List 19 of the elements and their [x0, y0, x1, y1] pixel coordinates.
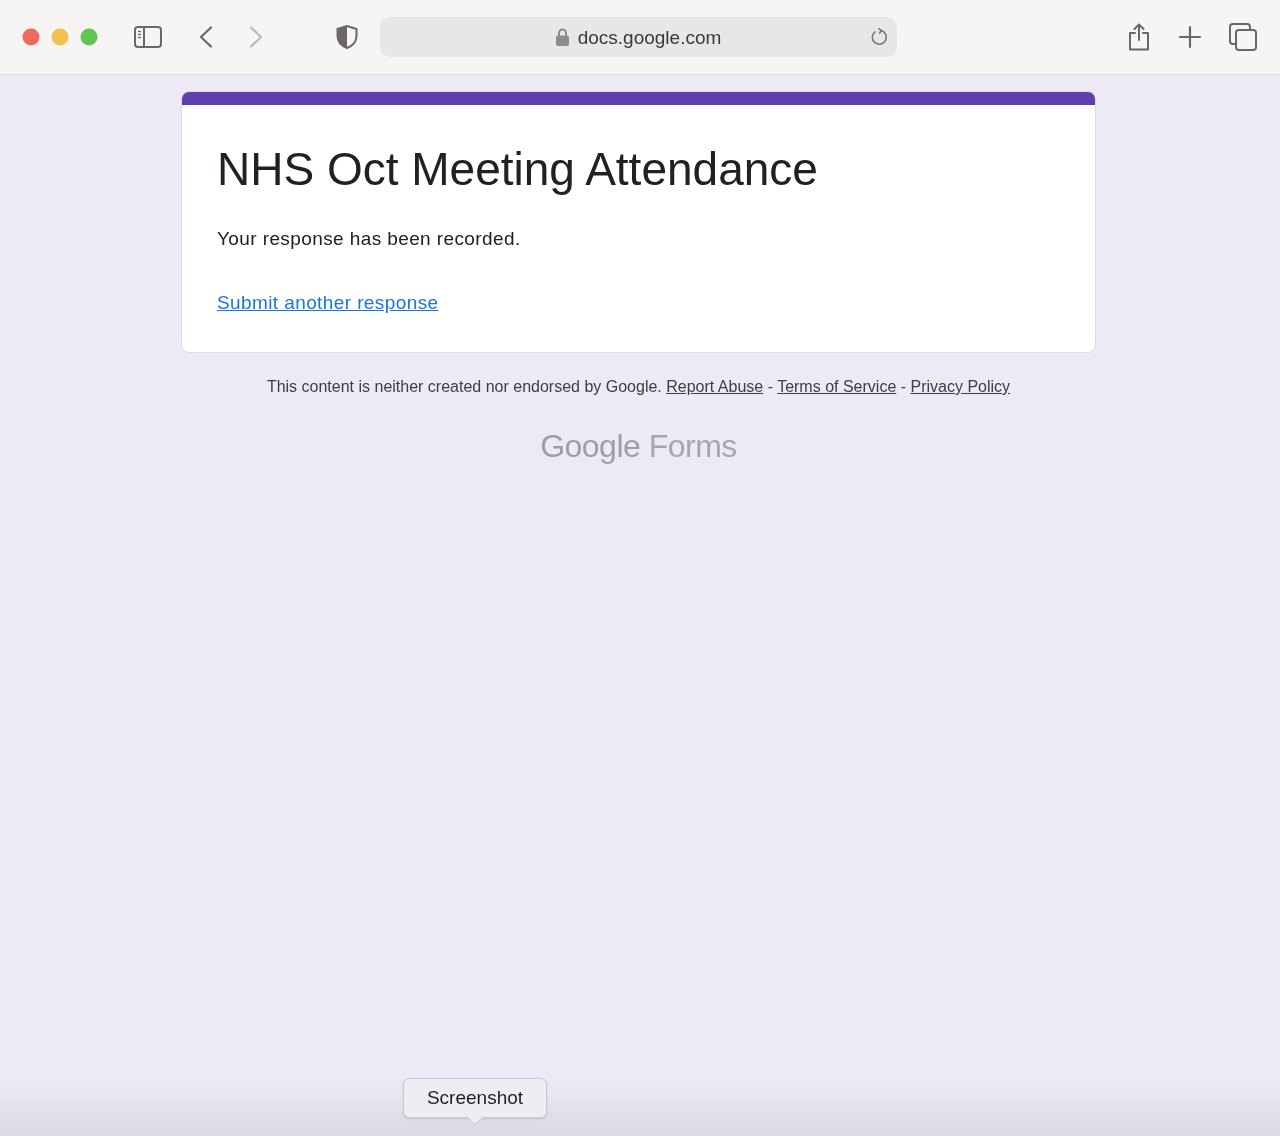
lock-icon [555, 28, 569, 46]
shield-icon[interactable] [336, 25, 358, 49]
sidebar-icon[interactable] [134, 26, 162, 48]
tooltip: Screenshot [403, 1078, 547, 1123]
product-logo: Google Forms [540, 427, 737, 465]
address-bar[interactable]: docs.google.com [380, 17, 897, 57]
footer-link[interactable]: Terms of Service [777, 378, 897, 395]
footer-notice: This content is neither created nor endorsed by Google. Report Abuse - Terms of Service - Privacy Policy [265, 377, 1012, 397]
share-icon[interactable] [1127, 23, 1151, 51]
reload-icon[interactable] [870, 28, 889, 47]
tab-overview-icon[interactable] [1229, 23, 1257, 51]
footer-link[interactable]: Privacy Policy [910, 378, 1011, 395]
form-title: NHS Oct Meeting Attendance [217, 142, 819, 197]
submit-another-link[interactable]: Submit another response [217, 292, 439, 313]
back-icon[interactable] [198, 26, 214, 48]
confirmation-message: Your response has been recorded. [217, 227, 522, 251]
footer-link[interactable]: Report Abuse [666, 378, 764, 395]
new-tab-icon[interactable] [1178, 25, 1202, 49]
close-window-icon[interactable] [22, 28, 40, 46]
